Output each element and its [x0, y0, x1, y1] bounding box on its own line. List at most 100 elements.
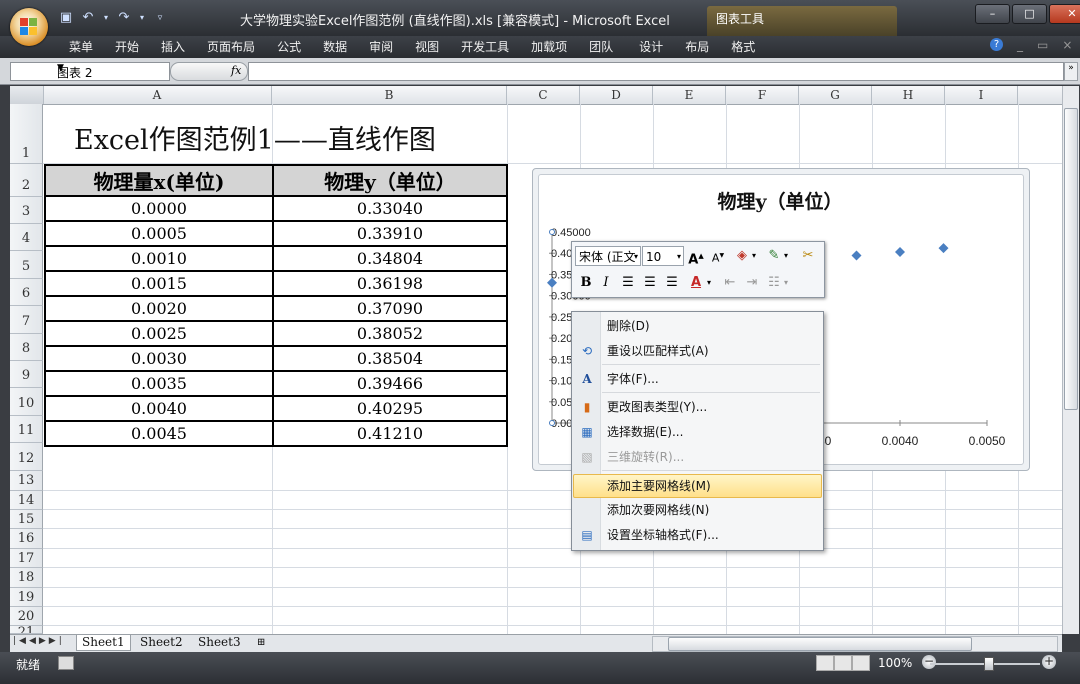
zoom-slider-thumb[interactable] — [984, 657, 994, 671]
ribbon-close-icon[interactable]: × — [1062, 38, 1072, 52]
row-header[interactable]: 18 — [10, 568, 43, 588]
cell-y[interactable]: 0.34804 — [272, 245, 508, 272]
row-header[interactable]: 10 — [10, 388, 43, 416]
cell-x[interactable]: 0.0015 — [44, 270, 274, 297]
menu-item-format-axis[interactable]: ▤ 设置坐标轴格式(F)... — [574, 523, 821, 547]
menu-item-reset-style[interactable]: ⟲ 重设以匹配样式(A) — [574, 339, 821, 363]
column-header[interactable]: H — [872, 86, 945, 104]
column-header[interactable]: G — [799, 86, 872, 104]
cell-y[interactable]: 0.33040 — [272, 195, 508, 222]
header-cell[interactable]: 物理y（单位） — [272, 164, 508, 197]
row-header[interactable]: 6 — [10, 279, 43, 306]
tab-review[interactable]: 审阅 — [358, 36, 404, 58]
formula-expand-icon[interactable]: » — [1064, 62, 1078, 81]
insert-sheet-icon[interactable]: ⊞ — [252, 635, 270, 650]
tab-insert[interactable]: 插入 — [150, 36, 196, 58]
minimize-button[interactable]: – — [975, 4, 1010, 24]
align-center-icon[interactable]: ☰ — [640, 273, 660, 293]
row-header[interactable]: 7 — [10, 306, 43, 334]
menu-item-font[interactable]: A 字体(F)... — [574, 367, 821, 391]
normal-view-icon[interactable] — [816, 655, 834, 671]
cell-y[interactable]: 0.33910 — [272, 220, 508, 247]
cell-y[interactable]: 0.36198 — [272, 270, 508, 297]
row-header[interactable]: 17 — [10, 549, 43, 568]
customize-qat-icon[interactable]: ▿ — [152, 10, 168, 26]
decrease-indent-icon[interactable]: ⇤ — [720, 273, 740, 293]
save-icon[interactable]: ▣ — [58, 10, 74, 26]
sheet-tab-sheet3[interactable]: Sheet3 — [193, 635, 246, 650]
font-name-box[interactable]: 宋体 (正文 ▾ — [575, 246, 641, 266]
tab-formulas[interactable]: 公式 — [266, 36, 312, 58]
row-header[interactable]: 13 — [10, 471, 43, 491]
cell-x[interactable]: 0.0005 — [44, 220, 274, 247]
menu-item-add-major-gridlines[interactable]: 添加主要网格线(M) — [573, 474, 822, 498]
increase-indent-icon[interactable]: ⇥ — [742, 273, 762, 293]
column-header[interactable]: D — [580, 86, 653, 104]
undo-dropdown-icon[interactable]: ▾ — [102, 10, 110, 26]
sheet-tab-sheet2[interactable]: Sheet2 — [135, 635, 188, 650]
tab-menu[interactable]: 菜单 — [58, 36, 104, 58]
help-icon[interactable]: ? — [990, 38, 1003, 51]
maximize-button[interactable]: □ — [1012, 4, 1047, 24]
horizontal-scroll-thumb[interactable] — [668, 637, 972, 651]
formula-input[interactable] — [248, 62, 1064, 81]
outline-dropdown-icon[interactable]: ▾ — [782, 246, 790, 266]
tab-format[interactable]: 格式 — [720, 36, 766, 58]
row-header[interactable]: 20 — [10, 607, 43, 626]
row-header[interactable]: 21 — [10, 626, 43, 634]
grow-font-icon[interactable]: A▲ — [686, 246, 706, 267]
redo-dropdown-icon[interactable]: ▾ — [138, 10, 146, 26]
cell-y[interactable]: 0.41210 — [272, 420, 508, 447]
cell-x[interactable]: 0.0030 — [44, 345, 274, 372]
fill-color-dropdown-icon[interactable]: ▾ — [750, 246, 758, 266]
menu-item-select-data[interactable]: ▦ 选择数据(E)... — [574, 420, 821, 444]
menu-item-change-chart-type[interactable]: ▮ 更改图表类型(Y)... — [574, 395, 821, 419]
fill-color-icon[interactable]: ◈ — [732, 246, 752, 266]
page-break-view-icon[interactable] — [852, 655, 870, 671]
zoom-out-icon[interactable]: − — [922, 655, 936, 669]
tab-developer[interactable]: 开发工具 — [450, 36, 520, 58]
tab-nav-icons[interactable]: |◀◀▶▶| — [13, 636, 65, 646]
insert-function-button[interactable]: fx — [170, 62, 248, 81]
align-right-icon[interactable]: ☰ — [662, 273, 682, 293]
column-header[interactable]: E — [653, 86, 726, 104]
row-header[interactable]: 2 — [10, 164, 43, 197]
bold-button[interactable]: B — [576, 273, 596, 293]
redo-icon[interactable]: ↷ — [116, 10, 132, 26]
font-color-dropdown-icon[interactable]: ▾ — [705, 273, 713, 293]
row-header[interactable]: 1 — [10, 104, 43, 164]
row-header[interactable]: 8 — [10, 334, 43, 361]
column-header[interactable]: I — [945, 86, 1018, 104]
cell-x[interactable]: 0.0045 — [44, 420, 274, 447]
row-header[interactable]: 19 — [10, 588, 43, 607]
row-header[interactable]: 5 — [10, 251, 43, 279]
tab-page-layout[interactable]: 页面布局 — [196, 36, 266, 58]
cell-x[interactable]: 0.0035 — [44, 370, 274, 397]
tab-home[interactable]: 开始 — [104, 36, 150, 58]
name-box[interactable]: 图表 2 ▼ — [10, 62, 170, 81]
row-header[interactable]: 16 — [10, 529, 43, 549]
row-header[interactable]: 9 — [10, 361, 43, 388]
menu-item-add-minor-gridlines[interactable]: 添加次要网格线(N) — [574, 498, 821, 522]
macro-record-icon[interactable] — [58, 656, 74, 670]
page-layout-view-icon[interactable] — [834, 655, 852, 671]
font-name-dropdown-icon[interactable]: ▾ — [634, 247, 638, 267]
column-header[interactable]: A — [43, 86, 272, 104]
bullets-icon[interactable]: ☷ — [764, 273, 784, 293]
tab-layout[interactable]: 布局 — [674, 36, 720, 58]
column-header[interactable]: F — [726, 86, 799, 104]
cell-y[interactable]: 0.38052 — [272, 320, 508, 347]
row-header[interactable]: 12 — [10, 443, 43, 471]
format-painter-icon[interactable]: ✂ — [798, 246, 818, 266]
cell-y[interactable]: 0.39466 — [272, 370, 508, 397]
cell-x[interactable]: 0.0040 — [44, 395, 274, 422]
cell-x[interactable]: 0.0010 — [44, 245, 274, 272]
column-header[interactable]: C — [507, 86, 580, 104]
header-cell[interactable]: 物理量x(单位) — [44, 164, 274, 197]
tab-add-ins[interactable]: 加载项 — [520, 36, 578, 58]
row-header[interactable]: 14 — [10, 491, 43, 510]
outline-color-icon[interactable]: ✎ — [764, 246, 784, 266]
close-button[interactable]: ✕ — [1049, 4, 1080, 24]
tab-design[interactable]: 设计 — [628, 36, 674, 58]
menu-item-delete[interactable]: 删除(D) — [574, 314, 821, 338]
